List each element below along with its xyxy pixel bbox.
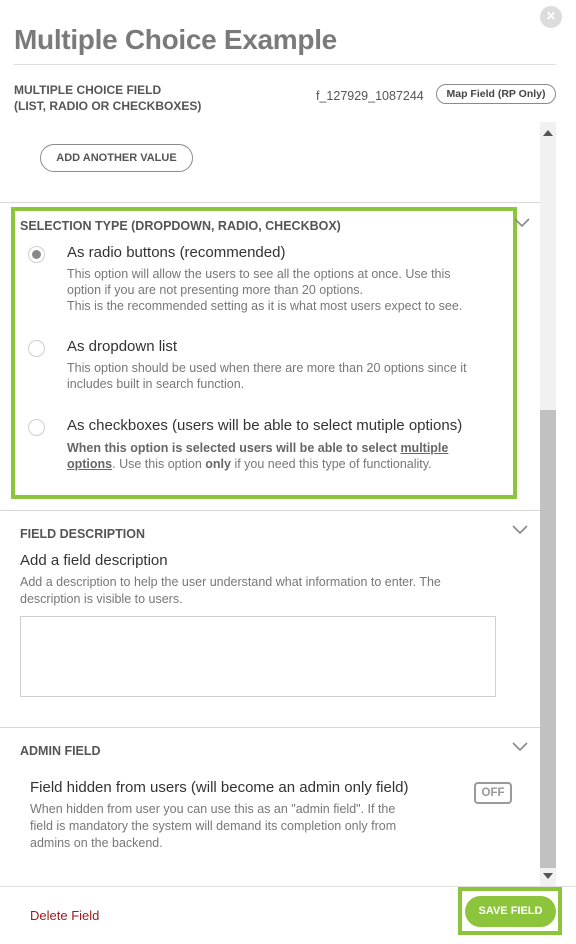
admin-field-title: Field hidden from users (will become an … xyxy=(30,779,409,796)
scroll-down-icon[interactable] xyxy=(543,873,553,879)
close-icon: × xyxy=(546,8,556,25)
option-label-checkboxes: As checkboxes (users will be able to sel… xyxy=(67,417,463,434)
admin-field-heading: ADMIN FIELD xyxy=(20,744,101,758)
map-field-button[interactable]: Map Field (RP Only) xyxy=(436,84,556,104)
multiple-options-link: multiple xyxy=(400,441,449,455)
option-desc-line: options. Use this option only if you nee… xyxy=(67,456,448,472)
page-title: Multiple Choice Example xyxy=(14,24,337,55)
desc-bold-text: only xyxy=(205,457,231,471)
desc-bold-text: When this option is selected users will … xyxy=(67,441,397,455)
option-desc-dropdown: This option should be used when there ar… xyxy=(67,360,467,392)
section-divider xyxy=(0,510,540,511)
field-type-label: MULTIPLE CHOICE FIELD (LIST, RADIO OR CH… xyxy=(14,82,254,114)
radio-option-dropdown[interactable] xyxy=(28,340,45,357)
option-desc-line: includes built in search function. xyxy=(67,377,245,391)
chevron-down-icon[interactable] xyxy=(512,525,528,535)
scrollbar[interactable] xyxy=(540,122,556,886)
help-line: Add a description to help the user under… xyxy=(20,575,441,589)
section-divider xyxy=(0,727,540,728)
title-divider xyxy=(14,64,556,65)
help-line: admins on the backend. xyxy=(30,836,163,850)
section-divider xyxy=(0,202,540,203)
option-label-radio-buttons: As radio buttons (recommended) xyxy=(67,244,286,261)
chevron-down-icon[interactable] xyxy=(512,742,528,752)
option-desc-line: option if you are not presenting more th… xyxy=(67,283,364,297)
option-desc-radio-buttons: This option will allow the users to see … xyxy=(67,266,462,314)
chevron-down-icon[interactable] xyxy=(514,218,530,228)
option-desc-checkboxes: When this option is selected users will … xyxy=(67,440,448,472)
radio-option-radio-buttons[interactable] xyxy=(28,246,45,263)
save-field-button[interactable]: SAVE FIELD xyxy=(465,896,556,927)
delete-field-link[interactable]: Delete Field xyxy=(30,908,99,923)
field-description-title: Add a field description xyxy=(20,552,168,569)
field-type-line1: MULTIPLE CHOICE FIELD xyxy=(14,83,162,97)
help-line: When hidden from user you can use this a… xyxy=(30,802,396,816)
option-desc-line: This option will allow the users to see … xyxy=(67,267,451,281)
desc-text: if you need this type of functionality. xyxy=(234,457,432,471)
radio-option-checkboxes[interactable] xyxy=(28,419,45,436)
multiple-options-link: options xyxy=(67,457,113,471)
field-type-line2: (LIST, RADIO OR CHECKBOXES) xyxy=(14,99,202,113)
option-label-dropdown: As dropdown list xyxy=(67,338,178,355)
field-description-heading: FIELD DESCRIPTION xyxy=(20,527,146,541)
field-description-textarea[interactable] xyxy=(20,616,496,697)
field-settings-panel: ADD ANOTHER VALUE SELECTION TYPE (DROPDO… xyxy=(0,122,556,886)
option-desc-line: When this option is selected users will … xyxy=(67,440,448,456)
help-line: field is mandatory the system will deman… xyxy=(30,819,397,833)
add-another-value-button[interactable]: ADD ANOTHER VALUE xyxy=(40,144,193,172)
help-line: description is visible to users. xyxy=(20,592,183,606)
option-desc-line: This option should be used when there ar… xyxy=(67,361,467,375)
option-desc-line: This is the recommended setting as it is… xyxy=(67,299,463,313)
scroll-up-icon[interactable] xyxy=(543,130,553,136)
field-id: f_127929_1087244 xyxy=(316,89,424,103)
field-description-help: Add a description to help the user under… xyxy=(20,574,441,608)
scrollbar-thumb[interactable] xyxy=(540,410,556,868)
desc-text: . Use this option xyxy=(112,457,202,471)
close-button[interactable]: × xyxy=(540,6,562,28)
admin-field-help: When hidden from user you can use this a… xyxy=(30,801,396,852)
admin-only-toggle[interactable]: OFF xyxy=(474,782,512,804)
selection-type-heading: SELECTION TYPE (DROPDOWN, RADIO, CHECKBO… xyxy=(20,219,341,233)
